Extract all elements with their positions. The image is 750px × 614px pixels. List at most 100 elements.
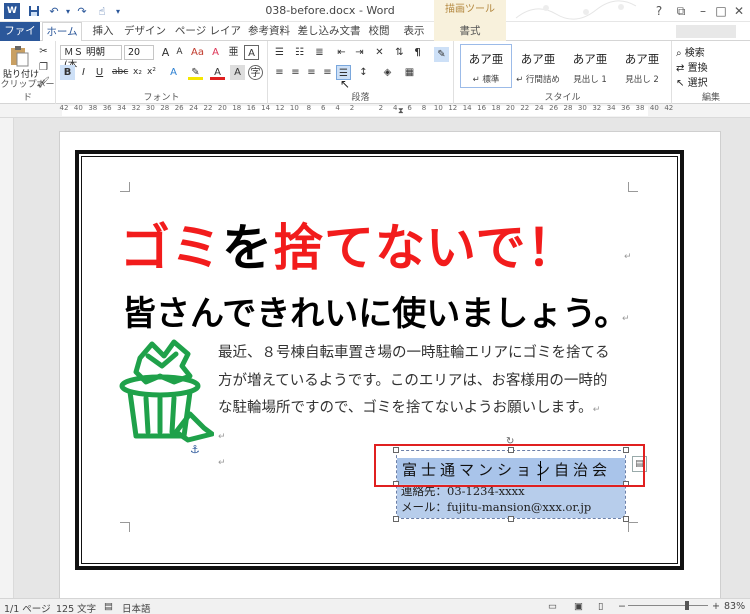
zoom-level[interactable]: 83% (724, 601, 745, 612)
tab-design[interactable]: デザイン (124, 22, 166, 41)
resize-handle[interactable] (508, 516, 514, 522)
ruler-number: 38 (88, 104, 98, 112)
text-direction-icon[interactable]: ✎ (434, 47, 449, 62)
paragraph-mark: ↵ (218, 432, 226, 442)
status-bar: 1/1 ページ 125 文字 ▤ 日本語 ▭ ▣ ▯ − + 83% (0, 598, 750, 614)
zoom-slider-thumb[interactable] (685, 601, 689, 610)
contact-email: メール：fujitu-mansion@xxx.or.jp (401, 500, 592, 514)
replace-button[interactable]: ⇄ 置換 (676, 59, 708, 74)
redo-icon[interactable]: ↷ (74, 3, 90, 19)
trash-can-icon[interactable] (118, 336, 215, 448)
customize-icon[interactable]: ▾ (110, 3, 126, 19)
read-mode-icon[interactable]: ▭ (548, 601, 557, 612)
bullets-icon[interactable]: ☰ (272, 45, 287, 60)
font-color-icon[interactable]: A (210, 65, 225, 80)
resize-handle[interactable] (393, 516, 399, 522)
proofing-icon[interactable]: ▤ (104, 601, 113, 612)
indent-marker-icon[interactable]: ⧗ (398, 106, 404, 116)
show-formatting-marks-icon[interactable]: ¶ (410, 45, 425, 60)
subscript-icon[interactable]: x₂ (130, 65, 145, 80)
bold-icon[interactable]: B (60, 65, 75, 80)
justify-icon[interactable]: ≡ (320, 65, 335, 80)
copy-icon[interactable]: ❐ (36, 60, 51, 75)
cut-icon[interactable]: ✂ (36, 44, 51, 59)
body-paragraph[interactable]: 最近、８号棟自転車置き場の一時駐輪エリアにゴミを捨てる 方が増えているようです。… (218, 340, 638, 423)
shrink-font-icon[interactable]: A (172, 45, 187, 60)
style-normal[interactable]: あア亜 ↵ 標準 (460, 44, 512, 88)
italic-icon[interactable]: I (76, 65, 91, 80)
ruler-number: 26 (174, 104, 184, 112)
decrease-indent-icon[interactable]: ⇤ (334, 45, 349, 60)
font-size-combo[interactable]: 20 (124, 45, 154, 60)
align-left-icon[interactable]: ≡ (272, 65, 287, 80)
tab-mailings[interactable]: 差し込み文書 (296, 22, 362, 41)
numbering-icon[interactable]: ☷ (292, 45, 307, 60)
anchor-icon[interactable]: ⚓ (190, 443, 200, 456)
underline-icon[interactable]: U (92, 65, 107, 80)
borders-icon[interactable]: ▦ (402, 65, 417, 80)
style-heading-2[interactable]: あア亜 見出し 2 (616, 44, 668, 88)
margin-corner-mark (628, 522, 638, 532)
resize-handle[interactable] (623, 516, 629, 522)
style-heading-1[interactable]: あア亜 見出し 1 (564, 44, 616, 88)
clear-formatting-icon[interactable]: A (208, 45, 223, 60)
tab-file[interactable]: ファイル (0, 22, 40, 55)
tab-format[interactable]: 書式 (434, 22, 506, 41)
style-no-spacing[interactable]: あア亜 ↵ 行間詰め (512, 44, 564, 88)
account-name[interactable] (676, 25, 736, 38)
contact-info[interactable]: 連絡先：03-1234-xxxx メール：fujitu-mansion@xxx.… (401, 483, 591, 515)
zoom-out-icon[interactable]: − (618, 601, 626, 612)
ribbon-display-options-button[interactable]: ⧉ (672, 2, 690, 20)
find-button[interactable]: ⌕ 検索 (676, 44, 705, 59)
body-line: な駐輪場所ですので、ゴミを捨てないようお願いします。↵ (218, 395, 638, 423)
select-button[interactable]: ↖ 選択 (676, 74, 708, 89)
language[interactable]: 日本語 (122, 601, 151, 614)
align-right-icon[interactable]: ≡ (304, 65, 319, 80)
phonetic-guide-icon[interactable]: 亜 (226, 45, 241, 60)
word-logo-icon[interactable]: W (4, 3, 20, 19)
ruler-number: 40 (73, 104, 83, 112)
enclose-characters-icon[interactable]: 字 (248, 65, 263, 80)
web-layout-icon[interactable]: ▯ (598, 601, 603, 612)
touch-mode-icon[interactable]: ☝ (94, 3, 110, 19)
tab-review[interactable]: 校閲 (364, 22, 394, 41)
print-layout-icon[interactable]: ▣ (574, 601, 583, 612)
save-icon[interactable] (26, 3, 42, 19)
page-count[interactable]: 1/1 ページ (4, 601, 51, 614)
align-center-icon[interactable]: ≡ (288, 65, 303, 80)
paragraph-mark: ↵ (218, 458, 226, 468)
grow-font-icon[interactable]: A (158, 45, 173, 60)
word-count[interactable]: 125 文字 (56, 601, 96, 614)
enclosed-character-icon[interactable]: A (244, 45, 259, 60)
tab-references[interactable]: 参考資料 (246, 22, 292, 41)
vertical-ruler[interactable] (0, 118, 14, 598)
text-effects-icon[interactable]: A (166, 65, 181, 80)
tab-home[interactable]: ホーム (42, 22, 82, 42)
close-button[interactable]: ✕ (730, 2, 748, 20)
clipboard-group: 貼り付け ✂ ❐ 🖌 クリップボード (0, 41, 56, 104)
change-case-icon[interactable]: Aa (190, 45, 205, 60)
help-button[interactable]: ? (650, 2, 668, 20)
heading-keep-clean[interactable]: 皆さんできれいに使いましょう。 (122, 286, 628, 335)
multilevel-list-icon[interactable]: ≣ (312, 45, 327, 60)
heading-dont-throw-trash[interactable]: ゴミを捨てないで！ (120, 208, 578, 280)
strikethrough-icon[interactable]: abc (112, 65, 128, 80)
superscript-icon[interactable]: x² (144, 65, 159, 80)
minimize-button[interactable]: – (694, 2, 712, 20)
tab-insert[interactable]: 挿入 (88, 22, 118, 41)
maximize-button[interactable]: □ (712, 2, 730, 20)
highlight-color-icon[interactable]: ✎ (188, 65, 203, 80)
increase-indent-icon[interactable]: ⇥ (352, 45, 367, 60)
line-spacing-icon[interactable]: ↕ (356, 65, 371, 80)
zoom-slider-track[interactable] (628, 605, 708, 606)
shading-icon[interactable]: ◈ (380, 65, 395, 80)
character-shading-icon[interactable]: A (230, 65, 245, 80)
paste-icon[interactable] (8, 45, 30, 67)
tab-view[interactable]: 表示 (398, 22, 430, 41)
asian-layout-icon[interactable]: ✕ (372, 45, 387, 60)
sort-icon[interactable]: ⇅ (392, 45, 407, 60)
tab-page-layout[interactable]: ページ レイアウト (172, 22, 244, 55)
zoom-in-icon[interactable]: + (712, 601, 720, 612)
font-name-combo[interactable]: ＭＳ 明朝 (本 (60, 45, 122, 71)
document-title: 038-before.docx - Word (265, 4, 395, 17)
